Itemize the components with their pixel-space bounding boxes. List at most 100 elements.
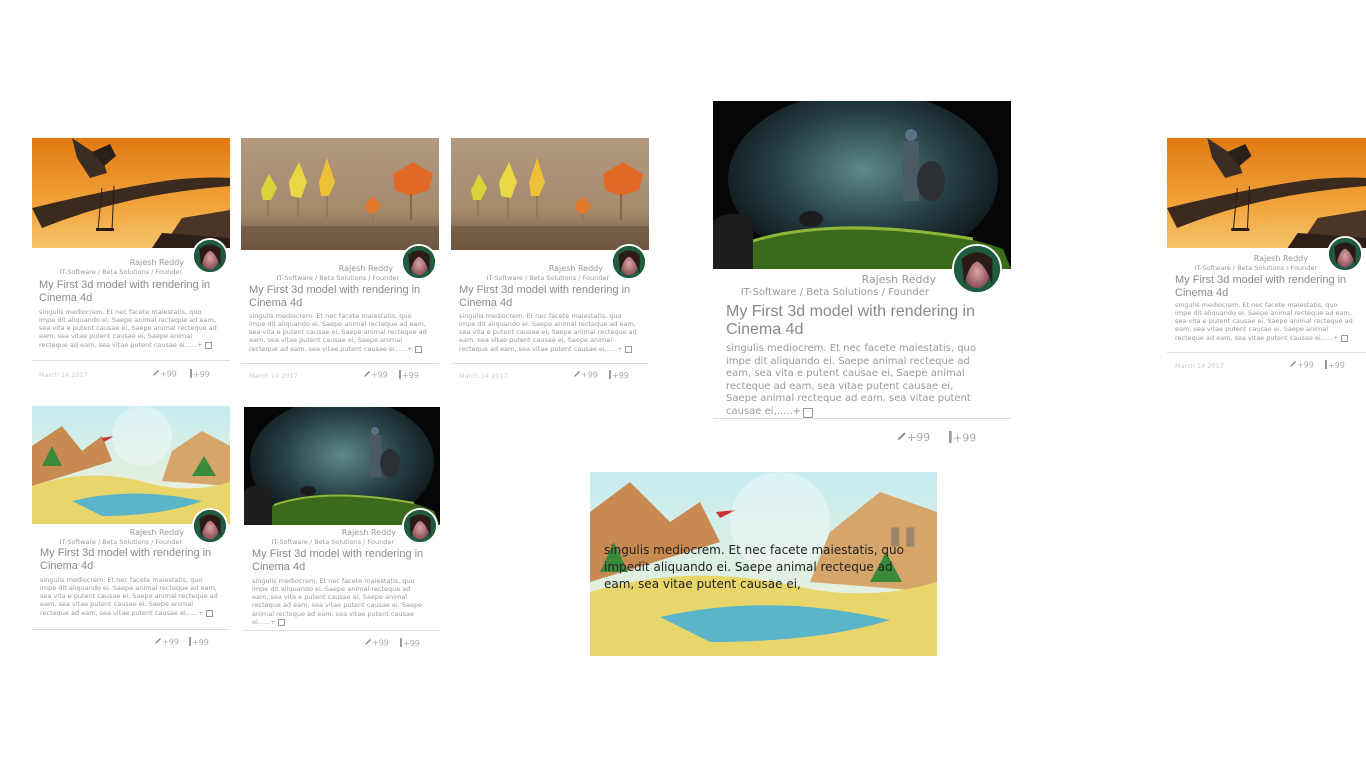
card-divider [32, 629, 230, 630]
article-card[interactable]: Rajesh Reddy IT-Software / Beta Solution… [1167, 138, 1366, 388]
read-more-icon[interactable] [277, 618, 285, 626]
card-title[interactable]: My First 3d model with rendering in Cine… [1175, 274, 1361, 299]
card-title[interactable]: My First 3d model with rendering in Cine… [249, 284, 435, 309]
article-card[interactable]: Rajesh Reddy IT-Software / Beta Solution… [241, 138, 439, 388]
card-thumbnail[interactable] [32, 406, 230, 524]
featured-article-card[interactable]: Rajesh Reddy IT-Software / Beta Solution… [713, 101, 1011, 453]
read-more-icon[interactable] [803, 408, 814, 418]
article-card[interactable]: Rajesh Reddy IT-Software / Beta Solution… [32, 406, 230, 656]
author-role: IT-Software / Beta Solutions / Founder [740, 287, 929, 298]
post-date: March 14 2017 [39, 371, 88, 379]
author-role: IT-Software / Beta Solutions / Founder [271, 538, 394, 546]
edit-count[interactable]: +99 [573, 370, 598, 380]
excerpt-text: singulis mediocrem. Et nec facete maiest… [40, 576, 218, 617]
card-thumbnail[interactable] [241, 138, 439, 250]
card-thumbnail[interactable] [32, 138, 230, 248]
author-role: IT-Software / Beta Solutions / Founder [59, 538, 182, 546]
author-avatar[interactable] [192, 238, 228, 274]
pencil-icon [1289, 360, 1297, 370]
card-title[interactable]: My First 3d model with rendering in Cine… [40, 547, 226, 572]
card-thumbnail[interactable] [244, 407, 440, 525]
lowpoly-landscape-image [32, 406, 230, 524]
comment-count-value: +99 [402, 371, 419, 380]
avatar-image [613, 246, 645, 278]
card-divider [244, 630, 440, 631]
card-divider [32, 360, 230, 361]
edit-count-value: +99 [160, 369, 177, 379]
pencil-icon [896, 431, 907, 445]
card-excerpt: singulis mediocrem. Et nec facete maiest… [40, 576, 218, 617]
comment-count[interactable]: +99 [1325, 360, 1345, 371]
read-more-icon[interactable] [205, 609, 213, 617]
avatar-image [194, 240, 226, 272]
comment-count[interactable]: +99 [190, 369, 210, 380]
edit-count[interactable]: +99 [154, 637, 179, 647]
article-card[interactable]: Rajesh Reddy IT-Software / Beta Solution… [451, 138, 649, 388]
read-more-icon[interactable] [624, 345, 632, 353]
author-name[interactable]: Rajesh Reddy [342, 528, 396, 537]
comment-count[interactable]: +99 [400, 638, 420, 649]
card-excerpt: singulis mediocrem. Et nec facete maiest… [726, 343, 976, 418]
quote-card[interactable]: " singulis mediocrem. Et nec facete maie… [590, 472, 937, 656]
card-divider [1167, 352, 1366, 353]
excerpt-text: singulis mediocrem. Et nec facete maiest… [39, 308, 217, 349]
card-divider [451, 363, 649, 364]
author-name[interactable]: Rajesh Reddy [861, 273, 936, 286]
author-name[interactable]: Rajesh Reddy [1254, 254, 1308, 263]
author-role: IT-Software / Beta Solutions / Founder [486, 274, 609, 282]
read-more-icon[interactable] [204, 341, 212, 349]
card-thumbnail[interactable] [713, 101, 1011, 269]
pencil-icon [363, 370, 371, 380]
author-role: IT-Software / Beta Solutions / Founder [59, 268, 182, 276]
author-role: IT-Software / Beta Solutions / Founder [1194, 264, 1317, 272]
card-title[interactable]: My First 3d model with rendering in Cine… [252, 548, 436, 573]
author-name[interactable]: Rajesh Reddy [130, 258, 184, 267]
comment-count-value: +99 [192, 638, 209, 647]
card-excerpt: singulis mediocrem. Et nec facete maiest… [252, 577, 428, 626]
comment-count-value: +99 [403, 639, 420, 648]
card-title[interactable]: My First 3d model with rendering in Cine… [459, 284, 645, 309]
comment-count[interactable]: +99 [609, 370, 629, 381]
author-name[interactable]: Rajesh Reddy [339, 264, 393, 273]
read-more-icon[interactable] [1340, 334, 1348, 342]
excerpt-text: singulis mediocrem. Et nec facete maiest… [726, 343, 976, 417]
article-card[interactable]: Rajesh Reddy IT-Software / Beta Solution… [244, 407, 440, 657]
author-avatar[interactable] [611, 244, 647, 280]
edit-count-value: +99 [162, 637, 179, 647]
author-role: IT-Software / Beta Solutions / Founder [276, 274, 399, 282]
author-avatar[interactable] [402, 508, 438, 544]
card-thumbnail[interactable] [1167, 138, 1366, 248]
edit-count[interactable]: +99 [364, 638, 389, 648]
post-date: March 14 2017 [459, 372, 508, 380]
edit-count[interactable]: +99 [363, 370, 388, 380]
edit-count-value: +99 [907, 431, 931, 444]
card-title[interactable]: My First 3d model with rendering in Cine… [726, 303, 996, 340]
edit-count[interactable]: +99 [1289, 360, 1314, 370]
author-avatar[interactable] [401, 244, 437, 280]
edit-count[interactable]: +99 [152, 369, 177, 379]
edit-count[interactable]: +99 [896, 431, 930, 445]
post-date: March 14 2017 [249, 372, 298, 380]
author-avatar[interactable] [192, 508, 228, 544]
author-name[interactable]: Rajesh Reddy [549, 264, 603, 273]
author-avatar[interactable] [952, 244, 1002, 294]
read-more-icon[interactable] [414, 345, 422, 353]
card-title[interactable]: My First 3d model with rendering in Cine… [39, 279, 225, 304]
author-avatar[interactable] [1327, 236, 1363, 272]
avatar-image [954, 246, 1000, 292]
tree-swing-image [1167, 138, 1366, 248]
comment-count[interactable]: +99 [399, 370, 419, 381]
avatar-image [403, 246, 435, 278]
author-name[interactable]: Rajesh Reddy [130, 528, 184, 537]
comment-count[interactable]: +99 [189, 637, 209, 648]
article-card[interactable]: Rajesh Reddy IT-Software / Beta Solution… [32, 138, 230, 388]
lowpoly-trees-image [241, 138, 439, 250]
avatar-image [194, 510, 226, 542]
excerpt-text: singulis mediocrem. Et nec facete maiest… [459, 312, 637, 353]
comment-count[interactable]: +99 [949, 431, 976, 446]
pencil-icon [154, 637, 162, 647]
card-thumbnail[interactable] [451, 138, 649, 250]
card-divider [241, 363, 439, 364]
card-excerpt: singulis mediocrem. Et nec facete maiest… [249, 312, 427, 353]
avatar-image [404, 510, 436, 542]
